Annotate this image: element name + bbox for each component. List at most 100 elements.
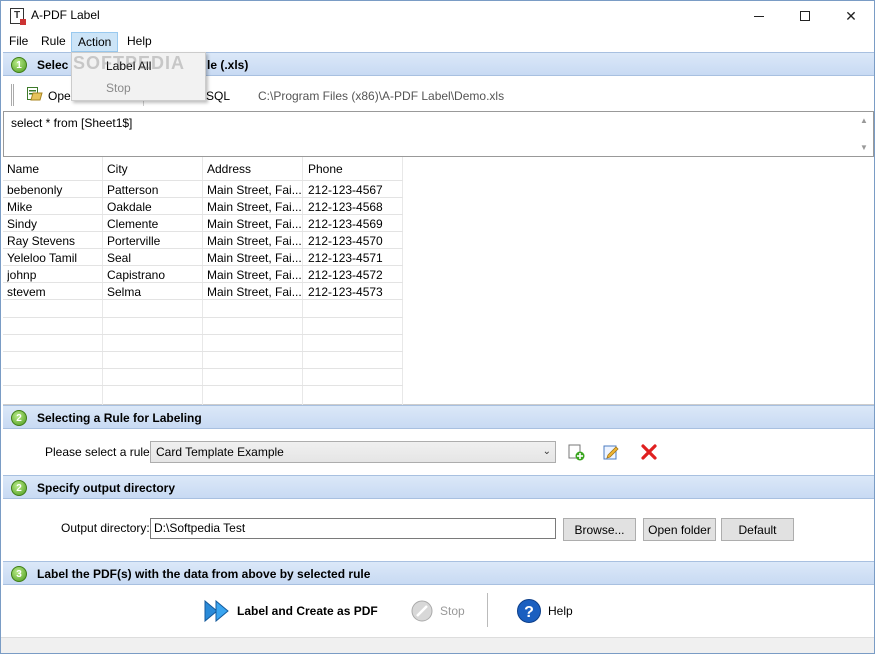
table-row[interactable]: johnp Capistrano Main Street, Fai... 212…: [3, 266, 403, 283]
cell-city: Seal: [107, 251, 132, 265]
button-separator: [487, 593, 488, 627]
table-row[interactable]: Ray Stevens Porterville Main Street, Fai…: [3, 232, 403, 249]
title-bar: A-PDF Label ✕: [1, 1, 874, 31]
maximize-button[interactable]: [782, 1, 828, 31]
empty-row-line: [3, 368, 403, 369]
cell-city: Porterville: [107, 234, 161, 248]
output-directory-input[interactable]: D:\Softpedia Test: [150, 518, 556, 539]
cell-city: Oakdale: [107, 200, 152, 214]
section-2-title: Selecting a Rule for Labeling: [37, 411, 202, 425]
section-1-title-tail: le (.xls): [207, 58, 249, 72]
close-icon: ✕: [845, 7, 857, 24]
action-panel: Label and Create as PDF Stop ? Help: [3, 585, 874, 637]
column-header-name[interactable]: Name: [7, 162, 39, 176]
menu-help[interactable]: Help: [121, 32, 158, 52]
open-excel-icon[interactable]: [27, 87, 43, 101]
table-row[interactable]: Mike Oakdale Main Street, Fai... 212-123…: [3, 198, 403, 215]
status-bar: [1, 637, 874, 653]
rule-select-label: Please select a rule:: [45, 445, 154, 459]
browse-button[interactable]: Browse...: [563, 518, 636, 541]
open-button-label[interactable]: Ope: [48, 89, 71, 103]
section-3-title: Specify output directory: [37, 481, 176, 495]
cell-phone: 212-123-4571: [308, 251, 383, 265]
svg-text:?: ?: [524, 604, 534, 621]
step-2-icon: 2: [11, 410, 27, 426]
rule-select[interactable]: Card Template Example ⌄: [150, 441, 556, 463]
close-button[interactable]: ✕: [828, 1, 874, 31]
cell-city: Clemente: [107, 217, 159, 231]
step-2-icon: 2: [11, 480, 27, 496]
empty-row-line: [3, 351, 403, 352]
cell-address: Main Street, Fai...: [207, 285, 301, 299]
output-panel: Output directory: D:\Softpedia Test Brow…: [3, 499, 874, 559]
stop-button: Stop: [410, 597, 465, 625]
cell-address: Main Street, Fai...: [207, 217, 301, 231]
cell-name: Ray Stevens: [7, 234, 76, 248]
help-label: Help: [548, 604, 573, 618]
default-button[interactable]: Default: [721, 518, 794, 541]
cell-address: Main Street, Fai...: [207, 200, 301, 214]
step-1-icon: 1: [11, 57, 27, 73]
scroll-down-icon[interactable]: ▼: [860, 143, 868, 152]
cell-name: bebenonly: [7, 183, 63, 197]
empty-row-line: [3, 317, 403, 318]
cell-phone: 212-123-4573: [308, 285, 383, 299]
add-rule-icon[interactable]: [567, 443, 585, 461]
cell-name: Sindy: [7, 217, 38, 231]
label-create-pdf-button[interactable]: Label and Create as PDF: [203, 597, 378, 625]
cell-phone: 212-123-4568: [308, 200, 383, 214]
column-header-address[interactable]: Address: [207, 162, 251, 176]
sql-query-text: select * from [Sheet1$]: [11, 116, 133, 130]
cell-phone: 212-123-4567: [308, 183, 383, 197]
table-row[interactable]: bebenonly Patterson Main Street, Fai... …: [3, 181, 403, 198]
table-row[interactable]: Sindy Clemente Main Street, Fai... 212-1…: [3, 215, 403, 232]
scroll-up-icon[interactable]: ▲: [860, 116, 868, 125]
cell-address: Main Street, Fai...: [207, 234, 301, 248]
menu-rule[interactable]: Rule: [35, 32, 72, 52]
cell-address: Main Street, Fai...: [207, 251, 301, 265]
delete-rule-icon[interactable]: [640, 443, 658, 461]
chevron-down-icon[interactable]: ⌄: [543, 446, 551, 457]
empty-row-line: [3, 385, 403, 386]
sql-button-label[interactable]: SQL: [206, 89, 230, 103]
column-header-phone[interactable]: Phone: [308, 162, 343, 176]
sql-query-input[interactable]: select * from [Sheet1$] ▲ ▼: [3, 111, 874, 157]
menu-bar: File Rule Action Help: [1, 31, 874, 52]
app-icon: [10, 8, 26, 25]
cell-name: stevem: [7, 285, 46, 299]
rule-select-value: Card Template Example: [156, 445, 284, 459]
help-button[interactable]: ? Help: [516, 597, 573, 625]
menu-action[interactable]: Action: [71, 32, 119, 52]
fast-forward-icon: [204, 599, 229, 623]
edit-rule-icon[interactable]: [602, 443, 620, 461]
column-header-city[interactable]: City: [107, 162, 128, 176]
sql-scrollbar[interactable]: ▲ ▼: [856, 112, 873, 156]
output-directory-label: Output directory:: [61, 521, 150, 535]
cell-address: Main Street, Fai...: [207, 183, 301, 197]
data-grid[interactable]: Name City Address Phone bebenonly Patter…: [3, 157, 874, 405]
stop-label: Stop: [440, 604, 465, 618]
action-menu-dropdown: Label All Stop: [71, 52, 206, 101]
toolbar-grip[interactable]: [11, 84, 14, 106]
cell-city: Selma: [107, 285, 142, 299]
window-title: A-PDF Label: [31, 8, 100, 22]
source-file-path: C:\Program Files (x86)\A-PDF Label\Demo.…: [258, 89, 505, 103]
empty-row-line: [3, 334, 403, 335]
section-output-header: 2 Specify output directory: [3, 475, 874, 499]
section-label-header: 3 Label the PDF(s) with the data from ab…: [3, 561, 874, 585]
menu-item-label-all[interactable]: Label All: [106, 59, 151, 73]
cell-city: Patterson: [107, 183, 159, 197]
cell-name: Mike: [7, 200, 33, 214]
table-row[interactable]: stevem Selma Main Street, Fai... 212-123…: [3, 283, 403, 300]
cell-name: Yeleloo Tamil: [7, 251, 78, 265]
cell-address: Main Street, Fai...: [207, 268, 301, 282]
cell-phone: 212-123-4572: [308, 268, 383, 282]
menu-file[interactable]: File: [3, 32, 34, 52]
section-rule-header: 2 Selecting a Rule for Labeling: [3, 405, 874, 429]
minimize-button[interactable]: [736, 1, 782, 31]
menu-item-stop: Stop: [106, 81, 131, 95]
rule-panel: Please select a rule: Card Template Exam…: [3, 429, 874, 474]
open-folder-button[interactable]: Open folder: [643, 518, 716, 541]
cell-phone: 212-123-4569: [308, 217, 383, 231]
table-row[interactable]: Yeleloo Tamil Seal Main Street, Fai... 2…: [3, 249, 403, 266]
